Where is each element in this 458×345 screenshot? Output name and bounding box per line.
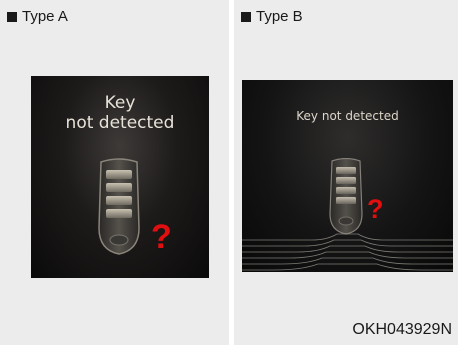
question-mark-icon: ? <box>151 218 172 256</box>
question-mark-icon: ? <box>367 194 384 224</box>
figure-code: OKH043929N <box>352 321 452 338</box>
floor-lines-decoration <box>242 233 453 271</box>
type-b-label: Type B <box>256 8 303 25</box>
smart-key-fob-icon <box>98 158 140 255</box>
key-not-detected-message: Key not detected <box>31 93 209 133</box>
message-line-1: Key <box>104 93 136 113</box>
display-screen-type-a: Key not detected ? <box>31 76 209 278</box>
square-bullet-icon <box>241 11 251 22</box>
display-screen-type-b: Key not detected ? <box>242 80 453 272</box>
type-a-label: Type A <box>22 8 68 25</box>
smart-key-fob-icon <box>329 158 363 235</box>
message-line-2: not detected <box>65 113 175 133</box>
panel-type-b: Type B Key not detected ? OKH043929N <box>234 0 458 345</box>
panel-label-type-a: Type A <box>7 8 68 25</box>
panel-type-a: Type A Key not detected ? <box>0 0 229 345</box>
panel-label-type-b: Type B <box>241 8 303 25</box>
square-bullet-icon <box>7 11 17 22</box>
key-not-detected-message: Key not detected <box>296 109 399 123</box>
